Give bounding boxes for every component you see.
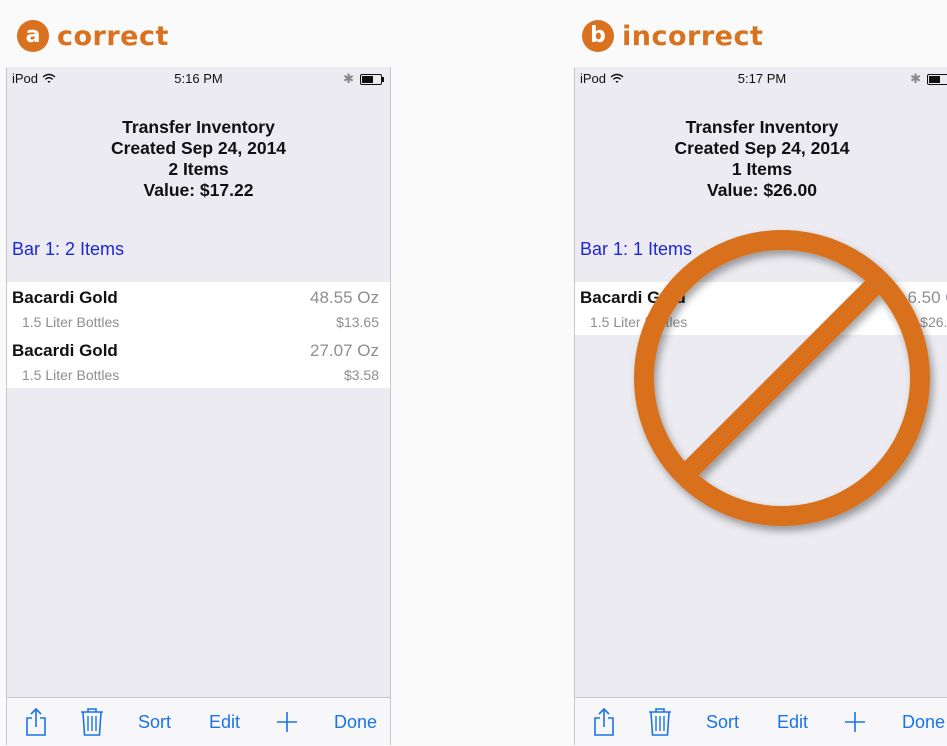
bottom-toolbar: Sort Edit Done bbox=[7, 697, 390, 745]
status-time: 5:17 PM bbox=[737, 71, 787, 86]
prohibition-icon bbox=[634, 230, 930, 526]
item-quantity: 27.07 Oz bbox=[310, 341, 379, 360]
trash-button[interactable] bbox=[648, 698, 672, 745]
trash-icon bbox=[81, 708, 103, 736]
total-value: Value: $17.22 bbox=[143, 180, 254, 200]
item-unit: 1.5 Liter Bottles bbox=[22, 314, 120, 330]
list-item[interactable]: Bacardi Gold 1.5 Liter Bottles 27.07 Oz … bbox=[7, 335, 390, 388]
battery-icon bbox=[360, 73, 384, 85]
item-count: 1 Items bbox=[731, 159, 793, 179]
battery-icon bbox=[927, 73, 947, 85]
panel-b-title: incorrect bbox=[622, 20, 764, 52]
edit-button[interactable]: Edit bbox=[209, 698, 240, 745]
panel-a-label: a correct bbox=[17, 16, 169, 56]
done-button[interactable]: Done bbox=[334, 698, 377, 745]
item-count: 2 Items bbox=[168, 159, 229, 179]
done-button[interactable]: Done bbox=[902, 698, 945, 745]
trash-button[interactable] bbox=[80, 698, 104, 745]
share-icon bbox=[594, 707, 614, 736]
bottom-toolbar: Sort Edit Done bbox=[575, 697, 947, 745]
add-icon bbox=[845, 712, 865, 732]
item-value: $3.58 bbox=[343, 367, 379, 383]
panel-b-label: b incorrect bbox=[582, 16, 763, 56]
panel-a-title: correct bbox=[57, 20, 169, 52]
bluetooth-icon: ✱ bbox=[343, 71, 354, 86]
add-button[interactable] bbox=[844, 698, 866, 745]
item-unit: 1.5 Liter Bottles bbox=[22, 367, 120, 383]
sort-button[interactable]: Sort bbox=[706, 698, 739, 745]
item-quantity: 48.55 Oz bbox=[310, 288, 379, 307]
panel-a-badge: a bbox=[17, 20, 49, 52]
inventory-header: Transfer Inventory Created Sep 24, 2014 … bbox=[7, 117, 390, 201]
add-icon bbox=[277, 712, 297, 732]
status-bar: iPod 5:16 PM ✱ bbox=[7, 67, 390, 89]
section-bar-1[interactable]: Bar 1: 2 Items bbox=[12, 239, 124, 260]
panel-b-badge: b bbox=[582, 20, 614, 52]
list-item[interactable]: Bacardi Gold 1.5 Liter Bottles 48.55 Oz … bbox=[7, 282, 390, 335]
share-button[interactable] bbox=[25, 698, 47, 745]
status-time: 5:16 PM bbox=[174, 71, 223, 86]
phone-screen-a: iPod 5:16 PM ✱ Transfer Inventory Create… bbox=[6, 67, 391, 745]
share-button[interactable] bbox=[593, 698, 615, 745]
bluetooth-icon: ✱ bbox=[910, 71, 921, 86]
item-value: $13.65 bbox=[336, 314, 379, 330]
item-name: Bacardi Gold bbox=[12, 288, 118, 307]
created-date: Created Sep 24, 2014 bbox=[110, 138, 287, 158]
status-bar: iPod 5:17 PM ✱ bbox=[575, 67, 947, 89]
inventory-list: Bacardi Gold 1.5 Liter Bottles 48.55 Oz … bbox=[7, 282, 390, 388]
sort-button[interactable]: Sort bbox=[138, 698, 171, 745]
inventory-header: Transfer Inventory Created Sep 24, 2014 … bbox=[575, 117, 947, 201]
inventory-title: Transfer Inventory bbox=[122, 117, 275, 137]
edit-button[interactable]: Edit bbox=[777, 698, 808, 745]
created-date: Created Sep 24, 2014 bbox=[674, 138, 850, 158]
total-value: Value: $26.00 bbox=[707, 180, 817, 200]
trash-icon bbox=[649, 708, 671, 736]
item-name: Bacardi Gold bbox=[12, 341, 118, 360]
inventory-title: Transfer Inventory bbox=[685, 117, 839, 137]
share-icon bbox=[26, 707, 46, 736]
add-button[interactable] bbox=[276, 698, 298, 745]
